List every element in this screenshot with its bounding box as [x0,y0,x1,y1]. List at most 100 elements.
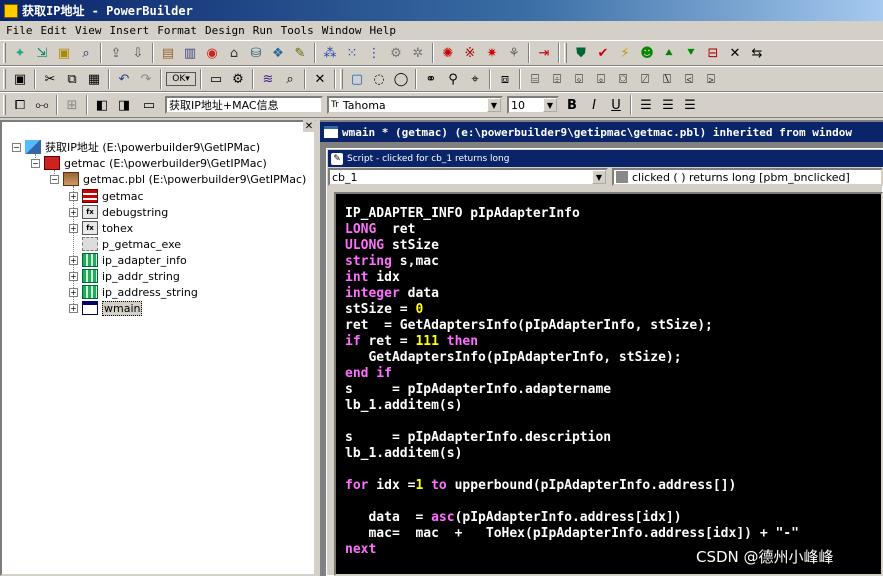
align-icon[interactable]: ⊞ [62,95,82,115]
bold-button[interactable]: B [562,95,582,115]
menu-run[interactable]: Run [249,24,277,37]
close-icon[interactable]: ✕ [725,43,745,63]
event-select[interactable]: clicked ( ) returns long [pbm_bnclicked] [612,168,883,186]
paste-icon[interactable]: ▦ [84,69,104,89]
menu-format[interactable]: Format [153,24,201,37]
tree-item-p-getmac-exe[interactable]: p_getmac_exe [82,236,181,252]
redo-icon[interactable]: ↷ [136,69,156,89]
object-select[interactable]: cb_1 ▼ [328,168,608,186]
tree-item-ip-addr-string[interactable]: + ip_addr_string [69,268,180,284]
collapse-icon[interactable]: − [50,174,59,184]
control-4-icon[interactable]: ⌻ [591,69,611,89]
check-icon[interactable]: ✔ [593,43,613,63]
find-icon[interactable]: ⌖ [465,69,485,89]
window-icon[interactable]: ▭ [206,69,226,89]
control-7-icon[interactable]: ⍂ [657,69,677,89]
tree-item-ip-address-string[interactable]: + ip_address_string [69,284,198,300]
expand-icon[interactable]: + [69,287,78,297]
run-icon[interactable]: ✷ [482,43,502,63]
step-icon[interactable]: ⚘ [504,43,524,63]
underline-button[interactable]: U [606,95,626,115]
control-8-icon[interactable]: ⍃ [679,69,699,89]
menu-tools[interactable]: Tools [277,24,318,37]
expand-icon[interactable]: + [69,255,78,265]
control-9-icon[interactable]: ⍄ [701,69,721,89]
pipeline-icon[interactable]: ⛁ [246,43,266,63]
tree-item-wmain[interactable]: + wmain [69,300,143,316]
bg-color-icon[interactable]: ◨ [114,95,134,115]
binoculars-icon[interactable]: ⚭ [421,69,441,89]
tree-application[interactable]: − getmac (E:\powerbuilder9\GetIPMac) [31,155,267,171]
collapse-icon[interactable]: − [31,158,40,168]
tree-library[interactable]: − getmac.pbl (E:\powerbuilder9\GetIPMac) [50,171,306,187]
profile-icon[interactable]: ✲ [408,43,428,63]
database-icon[interactable]: ⌂ [224,43,244,63]
tree-item-ip-adapter-info[interactable]: + ip_adapter_info [69,252,187,268]
menu-view[interactable]: View [71,24,106,37]
copy-icon[interactable]: ⧉ [62,69,82,89]
exit-icon[interactable]: ⇥ [534,43,554,63]
send-back-icon[interactable]: ⧟ [32,95,52,115]
components-icon[interactable]: ❖ [268,43,288,63]
font-size-combo[interactable]: 10 ▼ [507,96,559,114]
library-icon[interactable]: ▤ [158,43,178,63]
comment-icon[interactable]: ⊟ [703,43,723,63]
control-1-icon[interactable]: ⌸ [525,69,545,89]
debug-icon[interactable]: ✺ [438,43,458,63]
chevron-down-icon[interactable]: ▼ [592,170,606,184]
control-6-icon[interactable]: ⍁ [635,69,655,89]
stack-icon[interactable]: ⧈ [495,69,515,89]
up-arrow-icon[interactable]: ⯅ [659,43,679,63]
expand-icon[interactable]: + [69,191,78,201]
undo-icon[interactable]: ↶ [114,69,134,89]
font-name-combo[interactable]: Tr Tahoma ▼ [327,96,503,114]
control-3-icon[interactable]: ⌺ [569,69,589,89]
chevron-down-icon[interactable]: ▼ [487,98,501,112]
collapse-icon[interactable]: − [12,142,21,152]
preview-icon[interactable]: ⌕ [76,43,96,63]
down-arrow-icon[interactable]: ⯆ [681,43,701,63]
expand-icon[interactable]: + [69,271,78,281]
select-icon[interactable]: ▢ [347,69,367,89]
toolbar-grip[interactable] [340,69,343,89]
code-editor[interactable]: IP_ADAPTER_INFO pIpAdapterInfo LONG ret … [334,192,883,576]
cut-icon[interactable]: ✂ [40,69,60,89]
library-down-icon[interactable]: ⇩ [128,43,148,63]
toggle-icon[interactable]: ⇆ [747,43,767,63]
align-left-icon[interactable]: ☰ [636,95,656,115]
db-profile-icon[interactable]: ◉ [202,43,222,63]
deploy-icon[interactable]: ⁙ [342,43,362,63]
tree-item-getmac[interactable]: + getmac [69,188,144,204]
smiley-icon[interactable]: ☻ [637,43,657,63]
tree-target[interactable]: − 获取IP地址 (E:\powerbuilder9\GetIPMac) [12,139,260,155]
menu-insert[interactable]: Insert [106,24,154,37]
breakpoint-icon[interactable]: ※ [460,43,480,63]
speech-icon[interactable]: ◯ [391,69,411,89]
expand-icon[interactable]: + [69,223,78,233]
toolbar-grip[interactable] [3,95,6,115]
lasso-icon[interactable]: ◌ [369,69,389,89]
text-color-icon[interactable]: ◧ [92,95,112,115]
close-icon[interactable]: ✕ [303,120,315,132]
edit-icon[interactable]: ✎ [290,43,310,63]
clip-icon[interactable]: ▥ [180,43,200,63]
control-5-icon[interactable]: ⌼ [613,69,633,89]
align-center-icon[interactable]: ☰ [658,95,678,115]
preview-window-icon[interactable]: ⌕ [280,69,300,89]
expand-icon[interactable]: + [69,207,78,217]
open-icon[interactable]: ▣ [54,43,74,63]
properties-icon[interactable]: ⚙ [228,69,248,89]
build-icon[interactable]: ⁂ [320,43,340,63]
tree-item-tohex[interactable]: + fx tohex [69,220,133,236]
menu-window[interactable]: Window [318,24,366,37]
menu-file[interactable]: File [2,24,37,37]
lightning-icon[interactable]: ⚡ [615,43,635,63]
close-painter-icon[interactable]: ✕ [310,69,330,89]
control-2-icon[interactable]: ⌹ [547,69,567,89]
browser-icon[interactable]: ⚙ [386,43,406,63]
toolbar-grip[interactable] [3,43,6,63]
tree-item-debugstring[interactable]: + fx debugstring [69,204,168,220]
tab-order-icon[interactable]: ≋ [258,69,278,89]
toolbar-grip[interactable] [3,69,6,89]
bring-front-icon[interactable]: ⧠ [10,95,30,115]
